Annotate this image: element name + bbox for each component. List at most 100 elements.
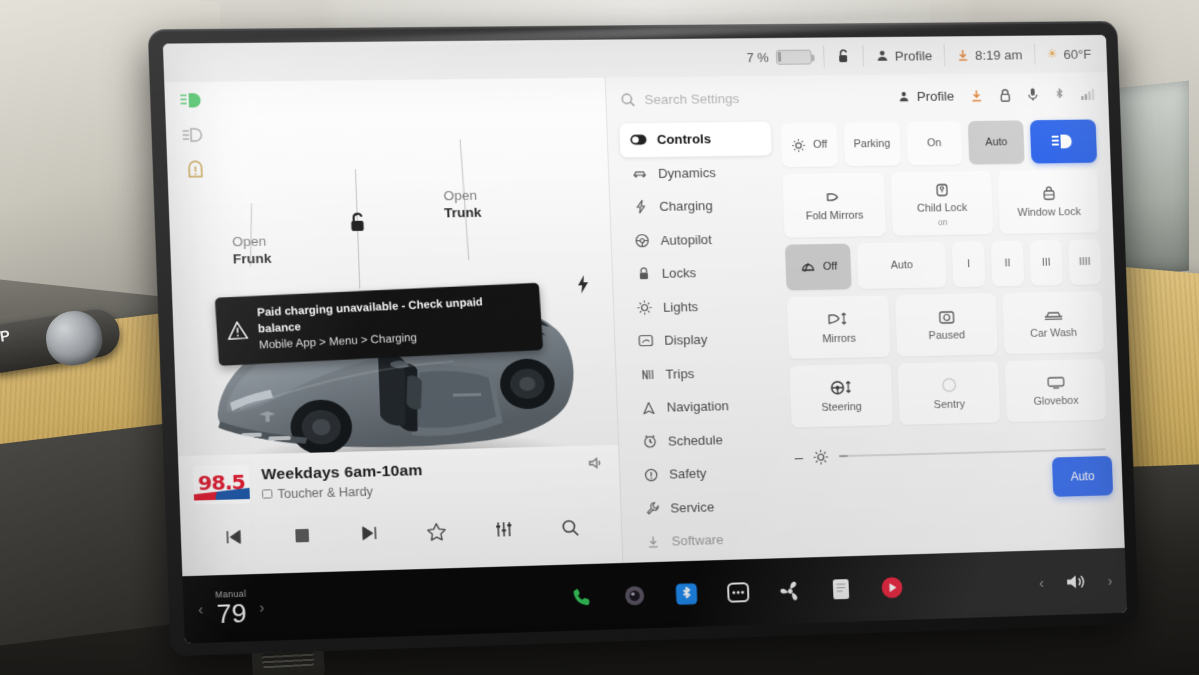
sidebar-label-display: Display (664, 332, 708, 349)
sentry-button[interactable]: Sentry (897, 361, 1001, 425)
media-title: Weekdays 6am-10am (261, 461, 423, 483)
profile-button[interactable]: Profile (875, 48, 932, 63)
car-stage: Open Frunk Open Trunk Paid charging unav… (164, 78, 618, 483)
child-lock-button[interactable]: Child Lock on (890, 171, 994, 236)
sidebar-item-software[interactable]: Software (634, 521, 786, 559)
sidebar-item-charging[interactable]: Charging (622, 188, 774, 224)
sidebar-item-trips[interactable]: Trips (628, 355, 780, 392)
lights-on-button[interactable]: On (905, 121, 963, 166)
favorite-button[interactable] (402, 511, 470, 551)
sidebar-item-navigation[interactable]: Navigation (629, 388, 781, 425)
media-subtitle-row: Toucher & Hardy (261, 483, 424, 502)
lock-icon[interactable] (999, 88, 1012, 103)
high-beam-button[interactable] (1029, 119, 1098, 164)
volume-decrease-button[interactable]: ‹ (1039, 574, 1044, 591)
sidebar-item-display[interactable]: Display (627, 321, 779, 358)
toggle-icon (630, 134, 647, 145)
sidebar-item-locks[interactable]: Locks (624, 255, 776, 291)
settings-profile-button[interactable]: Profile (897, 88, 954, 103)
wipers-speed-4-button[interactable]: IIII (1068, 239, 1102, 285)
wipers-off-button[interactable]: Off (784, 243, 852, 291)
equalizer-button[interactable] (469, 509, 537, 549)
screen-body: Open Frunk Open Trunk Paid charging unav… (164, 72, 1125, 577)
touchscreen-display: 7 % Profile 8:19 am ☀ 60°F Open Frunk Op… (162, 34, 1128, 644)
software-update-icon[interactable] (969, 88, 983, 103)
next-track-button[interactable] (335, 513, 404, 553)
lights-row: Off Parking On Auto (780, 119, 1098, 168)
glovebox-button[interactable]: Glovebox (1004, 358, 1107, 423)
brightness-slider[interactable] (839, 448, 1106, 458)
lights-parking-button[interactable]: Parking (843, 121, 901, 167)
media-search-button[interactable] (536, 507, 604, 547)
steering-adjust-button[interactable]: Steering (789, 363, 893, 428)
star-icon (426, 521, 447, 541)
stop-button[interactable] (267, 515, 336, 555)
steering-icon (633, 233, 651, 248)
wipers-speed-1-button[interactable]: I (951, 241, 986, 288)
display-icon (637, 334, 654, 347)
lights-auto-button[interactable]: Auto (967, 120, 1025, 165)
climate-temp-block[interactable]: Manual 79 (215, 588, 248, 629)
media-app-icon[interactable] (879, 574, 905, 601)
settings-panel: Search Settings Profile Controls Dynamic… (604, 72, 1125, 564)
fold-mirrors-button[interactable]: Fold Mirrors (782, 172, 886, 238)
bluetooth-app-icon[interactable] (673, 581, 700, 608)
glovebox-label: Glovebox (1033, 394, 1079, 408)
lights-off-button[interactable]: Off (780, 122, 839, 168)
taskbar-right: ‹ › (938, 570, 1113, 597)
wipers-speed-3-button[interactable]: III (1029, 239, 1064, 286)
sidebar-item-controls[interactable]: Controls (619, 121, 772, 157)
locks-row: Fold Mirrors Child Lock on Window Lock (782, 169, 1100, 238)
dashcam-button[interactable]: Paused (895, 293, 998, 357)
dashcam-icon (937, 308, 955, 324)
sidebar-item-dynamics[interactable]: Dynamics (621, 155, 773, 191)
battery-status[interactable]: 7 % (746, 49, 812, 65)
mirrors-adjust-button[interactable]: Mirrors (786, 295, 891, 359)
bluetooth-icon[interactable] (1054, 87, 1065, 102)
volume-icon[interactable] (1063, 571, 1089, 593)
trips-icon (638, 367, 655, 381)
brightness-decrease-button[interactable]: – (794, 449, 803, 466)
volume-increase-button[interactable]: › (1107, 572, 1112, 589)
camera-app-icon[interactable] (621, 582, 648, 609)
center-touchscreen-frame: 7 % Profile 8:19 am ☀ 60°F Open Frunk Op… (147, 21, 1140, 657)
phone-app-icon[interactable] (569, 584, 596, 611)
temp-increase-button[interactable]: › (259, 599, 265, 616)
search-settings-input[interactable]: Search Settings (620, 89, 888, 107)
previous-track-button[interactable] (199, 517, 269, 558)
lock-status-button[interactable] (836, 48, 851, 64)
notes-app-icon[interactable] (828, 576, 855, 603)
unlocked-padlock-icon[interactable] (346, 212, 369, 237)
sidebar-item-autopilot[interactable]: Autopilot (623, 221, 775, 257)
wipers-auto-button[interactable]: Auto (856, 241, 947, 290)
sidebar-item-lights[interactable]: Lights (625, 288, 777, 324)
climate-fan-icon[interactable] (776, 578, 803, 605)
sidebar-item-schedule[interactable]: Schedule (630, 421, 782, 458)
person-icon (877, 50, 887, 61)
lights-off-label: Off (812, 138, 828, 151)
outside-temp[interactable]: ☀ 60°F (1046, 46, 1091, 62)
signal-bars-icon[interactable] (1080, 87, 1095, 101)
status-divider (822, 45, 825, 68)
driver-climate-control[interactable]: ‹ Manual 79 › (197, 588, 265, 629)
more-apps-icon[interactable] (725, 579, 752, 606)
open-trunk-label-top: Open (443, 187, 478, 204)
sidebar-label-autopilot: Autopilot (660, 231, 712, 248)
media-controls (195, 507, 608, 557)
car-wash-button[interactable]: Car Wash (1002, 291, 1105, 355)
next-icon (360, 524, 379, 543)
temp-decrease-button[interactable]: ‹ (198, 601, 204, 618)
sidebar-item-safety[interactable]: Safety (632, 455, 784, 492)
steering-label: Steering (821, 400, 863, 414)
open-trunk-button[interactable]: Open Trunk (443, 188, 482, 223)
sidebar-label-charging: Charging (659, 198, 713, 215)
media-player: 98.5 THE SPORTS HUB Weekdays 6am-10am To… (177, 444, 623, 577)
wipers-speed-2-button[interactable]: II (990, 240, 1025, 287)
sidebar-item-service[interactable]: Service (633, 488, 785, 526)
microphone-icon[interactable] (1027, 87, 1039, 103)
time-display[interactable]: 8:19 am (956, 47, 1023, 62)
media-now-playing[interactable]: 98.5 THE SPORTS HUB Weekdays 6am-10am To… (192, 455, 606, 505)
window-lock-button[interactable]: Window Lock (997, 169, 1100, 235)
audio-output-button[interactable] (586, 455, 603, 475)
brightness-auto-button[interactable]: Auto (1051, 455, 1114, 497)
